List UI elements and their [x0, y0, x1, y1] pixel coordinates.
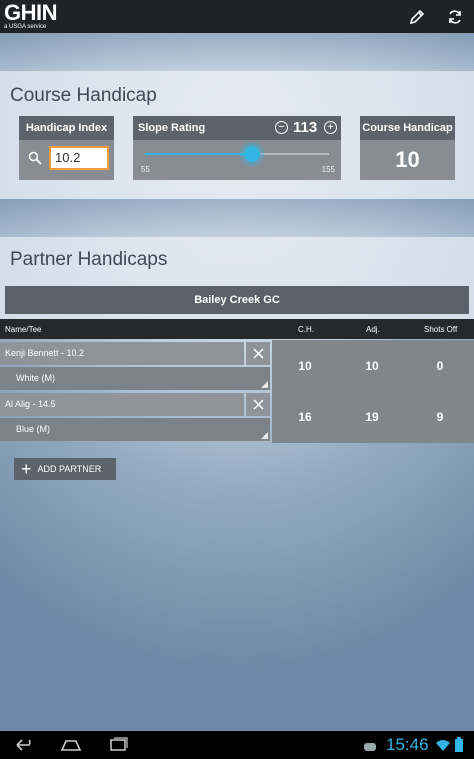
handicap-index-label: Handicap Index	[19, 116, 114, 140]
middle-band	[0, 199, 474, 237]
course-handicap-result-value: 10	[395, 147, 420, 172]
slope-rating-label: Slope Rating	[138, 122, 206, 134]
logo-text: GHIN	[4, 0, 58, 25]
plus-icon: +	[21, 459, 32, 479]
ghin-logo[interactable]: GHIN a USGA service	[4, 0, 58, 31]
course-handicap-result-label: Course Handicap	[360, 116, 455, 140]
close-icon[interactable]	[246, 393, 270, 416]
wifi-icon	[436, 739, 450, 757]
partner-adj: 10	[365, 359, 379, 373]
pencil-icon[interactable]	[406, 6, 428, 28]
action-bar: GHIN a USGA service	[0, 0, 474, 33]
partner-ch: 16	[298, 410, 312, 424]
partner-shots-off: 9	[436, 410, 444, 424]
partner-tee-value: Blue (M)	[16, 424, 51, 434]
plus-icon[interactable]: +	[324, 121, 337, 134]
slope-slider[interactable]	[145, 146, 329, 162]
back-icon[interactable]	[14, 737, 36, 758]
course-handicap-result-card: Course Handicap 10	[360, 116, 455, 180]
column-ch: C.H.	[298, 325, 314, 334]
partner-handicaps-title: Partner Handicaps	[10, 249, 168, 270]
slope-min-label: 55	[141, 165, 150, 174]
column-shots-off: Shots Off	[424, 325, 458, 334]
slope-rating-value: 113	[293, 119, 318, 136]
android-debug-icon	[362, 739, 378, 757]
partner-adj: 19	[365, 410, 379, 424]
status-clock: 15:46	[386, 735, 429, 754]
partner-table-header: Name/Tee C.H. Adj. Shots Off	[0, 319, 474, 339]
logo-subtext: a USGA service	[4, 24, 47, 30]
close-icon[interactable]	[246, 342, 270, 365]
handicap-index-card: Handicap Index 10.2	[19, 116, 114, 180]
course-selector[interactable]: Bailey Creek GC	[5, 286, 469, 314]
refresh-icon[interactable]	[444, 6, 466, 28]
home-icon[interactable]	[60, 737, 82, 758]
search-icon	[28, 151, 42, 170]
course-handicap-panel: Course Handicap Handicap Index 10.2 Slop…	[0, 71, 474, 199]
partner-tee-value: White (M)	[16, 373, 55, 383]
header-band	[0, 33, 474, 71]
partner-row: Al Alig - 14.5 Blue (M) 16 19 9	[0, 391, 474, 443]
partner-name[interactable]: Al Alig - 14.5	[0, 393, 244, 416]
course-handicap-title: Course Handicap	[10, 85, 157, 106]
system-navigation-bar: 15:46	[0, 731, 474, 759]
partner-tee-dropdown[interactable]: White (M)	[0, 367, 270, 390]
partner-stats: 16 19 9	[272, 391, 474, 443]
column-adj: Adj.	[366, 325, 380, 334]
handicap-index-input[interactable]: 10.2	[49, 146, 109, 170]
add-partner-button[interactable]: + ADD PARTNER	[14, 458, 116, 480]
partner-name[interactable]: Kenji Bennett - 10.2	[0, 342, 244, 365]
dropdown-corner-icon	[261, 381, 268, 388]
slope-rating-header: Slope Rating − 113 +	[133, 116, 341, 140]
minus-icon[interactable]: −	[275, 121, 288, 134]
recent-apps-icon[interactable]	[108, 737, 130, 758]
add-partner-label: ADD PARTNER	[37, 464, 102, 474]
partner-row: Kenji Bennett - 10.2 White (M) 10 10 0	[0, 340, 474, 392]
dropdown-corner-icon	[261, 432, 268, 439]
partner-ch: 10	[298, 359, 312, 373]
column-name-tee: Name/Tee	[5, 325, 42, 334]
slope-slider-fill	[145, 153, 252, 155]
partner-stats: 10 10 0	[272, 340, 474, 392]
slope-max-label: 155	[321, 165, 335, 174]
battery-icon	[454, 737, 464, 758]
slope-rating-card: Slope Rating − 113 + 55 155	[133, 116, 341, 180]
partner-tee-dropdown[interactable]: Blue (M)	[0, 418, 270, 441]
slope-slider-thumb[interactable]	[243, 146, 260, 162]
partner-shots-off: 0	[436, 359, 444, 373]
